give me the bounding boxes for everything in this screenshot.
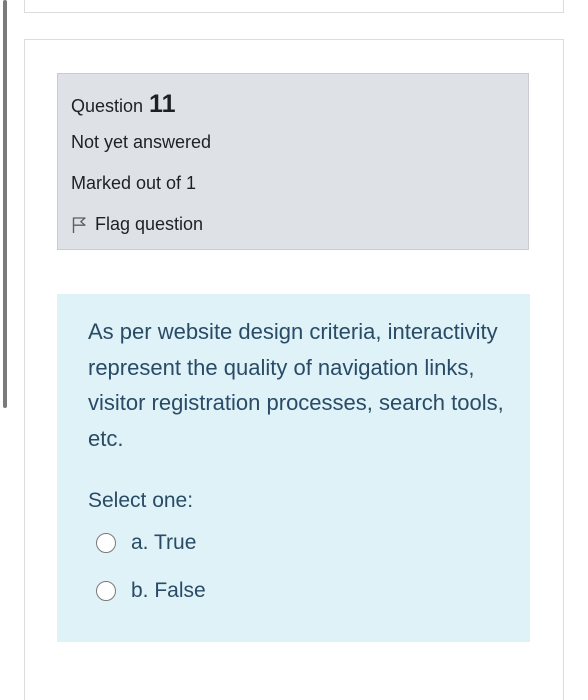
question-number-value: 11 [149, 90, 176, 118]
option-false[interactable]: b. False [96, 579, 206, 603]
radio-empty-icon[interactable] [96, 581, 116, 601]
option-true[interactable]: a. True [96, 531, 196, 555]
option-true-label[interactable]: a. True [131, 531, 196, 555]
question-grade: Marked out of 1 [71, 173, 197, 193]
flag-question-label: Flag question [95, 214, 204, 234]
question-text: As per website design criteria, interact… [88, 319, 504, 451]
flag-icon [72, 216, 86, 233]
flag-question-link[interactable]: Flag question [71, 214, 203, 235]
option-false-label[interactable]: b. False [131, 579, 206, 603]
radio-empty-icon[interactable] [96, 533, 116, 553]
previous-question-card [24, 0, 564, 13]
select-one-prompt: Select one: [88, 489, 194, 512]
question-content-panel: As per website design criteria, interact… [57, 294, 530, 642]
scroll-indicator[interactable] [3, 0, 7, 408]
quiz-page: Question 11 Not yet answered Marked out o… [0, 0, 588, 700]
question-info-panel: Question 11 Not yet answered Marked out o… [57, 73, 529, 250]
question-number: Question 11 [71, 90, 175, 119]
question-state: Not yet answered [71, 132, 212, 152]
question-label: Question [71, 96, 144, 116]
